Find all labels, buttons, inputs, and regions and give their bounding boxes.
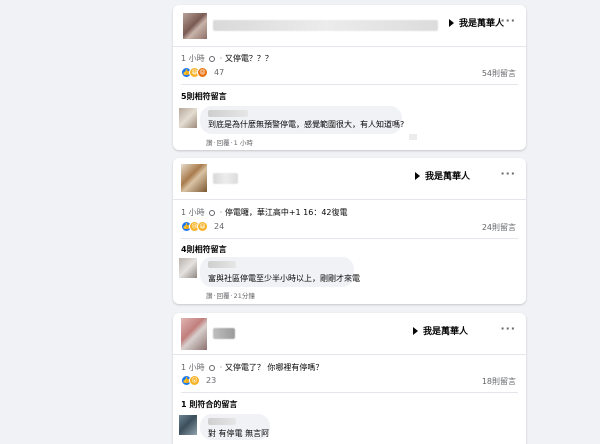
comment-count[interactable]: 54則留言 <box>482 68 516 79</box>
group-name[interactable]: 我是萬華人 <box>423 324 468 337</box>
separator: · <box>213 139 216 147</box>
separator: · <box>219 363 223 372</box>
avatar[interactable] <box>181 318 207 350</box>
caret-right-icon <box>413 327 418 335</box>
caret-right-icon <box>415 172 420 180</box>
post-text: 又停電？？？ <box>224 54 273 63</box>
comment-text: 富與社區停電至少半小時以上，剛剛才來電 <box>208 274 360 283</box>
matching-comments-title: 4則相符留言 <box>181 245 227 254</box>
post-meta: 1 小時 · 又停電？？？ <box>181 53 273 64</box>
like-comment-link[interactable]: 讚 <box>206 139 213 147</box>
separator: · <box>219 54 223 63</box>
more-options-icon[interactable]: ··· <box>500 322 516 335</box>
divider <box>181 84 518 85</box>
sad-reaction-icon: 😮 <box>189 375 200 386</box>
reaction-count: 47 <box>214 68 225 77</box>
group-name[interactable]: 我是萬華人 <box>425 169 470 182</box>
author-name-blurred[interactable] <box>213 20 438 31</box>
angry-reaction-icon: 😡 <box>197 67 208 78</box>
post-text: 又停電了？ 你哪裡有停嗎？ <box>224 363 324 372</box>
comment-time[interactable]: 21分鐘 <box>234 292 255 300</box>
divider <box>181 392 518 393</box>
comment-time[interactable]: 1 小時 <box>234 139 253 147</box>
like-comment-link[interactable]: 讚 <box>206 292 213 300</box>
post-card-3: 我是萬華人 ··· 1 小時 · 又停電了？ 你哪裡有停嗎？ 👍 😮 23 18… <box>173 313 526 444</box>
globe-icon <box>209 56 216 62</box>
haha-reaction-icon: 😆 <box>197 221 208 232</box>
author-name-blurred[interactable] <box>213 328 235 339</box>
blurred-pixel <box>409 134 417 140</box>
reaction-count: 23 <box>206 376 217 385</box>
comment-bubble: 對 有停電 無言阿 <box>200 414 270 440</box>
post-time[interactable]: 1 小時 <box>181 363 205 372</box>
separator: · <box>230 139 233 147</box>
comment-count[interactable]: 24則留言 <box>482 222 516 233</box>
globe-icon <box>209 210 216 216</box>
comment-bubble: 到底是為什麼無預警停電，感覺範圍很大，有人知道嗎? <box>200 106 405 134</box>
reply-link[interactable]: 回覆 <box>217 139 230 147</box>
author-name-blurred[interactable] <box>213 173 238 184</box>
comment-avatar[interactable] <box>179 415 197 435</box>
more-options-icon[interactable]: ··· <box>500 14 516 27</box>
separator: · <box>230 292 233 300</box>
separator: · <box>213 292 216 300</box>
post-time[interactable]: 1 小時 <box>181 54 205 63</box>
reactions[interactable]: 👍 😆 😡 47 <box>181 67 241 79</box>
comment-actions: 讚·回覆·1 小時 <box>206 137 253 147</box>
post-header: 我是萬華人 ··· <box>173 158 526 200</box>
avatar[interactable] <box>181 164 207 192</box>
comment-text: 到底是為什麼無預警停電，感覺範圍很大，有人知道嗎? <box>208 120 405 129</box>
commenter-name-blurred[interactable] <box>208 261 236 268</box>
post-card-1: 我是萬華人 ··· 1 小時 · 又停電？？？ 👍 😆 😡 47 54則留言 5… <box>173 5 526 150</box>
reply-link[interactable]: 回覆 <box>217 292 230 300</box>
comment-avatar[interactable] <box>179 258 197 278</box>
post-text: 停電囉，華江高中+1 16：42復電 <box>224 208 348 217</box>
commenter-name-blurred[interactable] <box>208 110 248 117</box>
post-time[interactable]: 1 小時 <box>181 208 205 217</box>
reactions[interactable]: 👍 😮 23 <box>181 375 241 387</box>
caret-right-icon <box>449 19 454 27</box>
post-header: 我是萬華人 ··· <box>173 313 526 355</box>
matching-comments-title: 1 則符合的留言 <box>181 400 238 409</box>
commenter-name-blurred[interactable] <box>208 418 236 425</box>
matching-comments-title: 5則相符留言 <box>181 92 227 101</box>
more-options-icon[interactable]: ··· <box>500 167 516 180</box>
comment-actions: 讚·回覆·21分鐘 <box>206 290 255 300</box>
separator: · <box>219 208 223 217</box>
divider <box>181 238 518 239</box>
group-name[interactable]: 我是萬華人 <box>459 16 504 29</box>
comment-bubble: 富與社區停電至少半小時以上，剛剛才來電 <box>200 257 360 287</box>
avatar[interactable] <box>183 13 207 39</box>
post-header: 我是萬華人 ··· <box>173 5 526 47</box>
reactions[interactable]: 👍 😢 😆 24 <box>181 221 241 233</box>
post-meta: 1 小時 · 又停電了？ 你哪裡有停嗎？ <box>181 362 323 373</box>
post-card-2: 我是萬華人 ··· 1 小時 · 停電囉，華江高中+1 16：42復電 👍 😢 … <box>173 158 526 304</box>
globe-icon <box>209 365 216 371</box>
reaction-count: 24 <box>214 222 225 231</box>
comment-text: 對 有停電 無言阿 <box>208 429 270 438</box>
comment-count[interactable]: 18則留言 <box>482 376 516 387</box>
post-meta: 1 小時 · 停電囉，華江高中+1 16：42復電 <box>181 207 348 218</box>
comment-avatar[interactable] <box>179 108 197 128</box>
